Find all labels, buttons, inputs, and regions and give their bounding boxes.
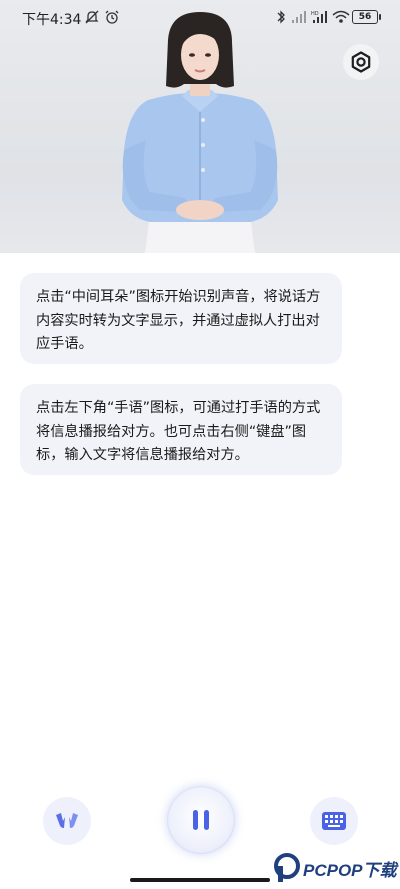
mute-icon <box>85 9 99 29</box>
message-bubble-2: 点击左下角“手语”图标，可通过打手语的方式将信息播报给对方。也可点击右侧“键盘”… <box>20 384 342 475</box>
settings-button[interactable] <box>343 44 379 80</box>
pause-icon <box>193 810 209 830</box>
bluetooth-icon <box>276 9 286 29</box>
status-bar: 下午4:34 HD 56 <box>0 0 400 36</box>
watermark: PCPOP下载 <box>274 852 397 884</box>
alarm-icon <box>104 9 120 29</box>
pause-button[interactable] <box>167 786 235 854</box>
gear-icon <box>351 51 371 73</box>
sign-language-hands-icon <box>56 813 78 828</box>
message-text: 点击“中间耳朵”图标开始识别声音，将说话方内容实时转为文字显示，并通过虚拟人打出… <box>36 289 321 352</box>
signal-weak-icon <box>291 9 307 29</box>
sign-language-button[interactable] <box>43 797 91 845</box>
keyboard-button[interactable] <box>310 797 358 845</box>
virtual-human-avatar <box>122 12 278 253</box>
svg-text:HD: HD <box>311 11 319 17</box>
home-indicator[interactable] <box>130 878 270 882</box>
watermark-text: PCPOP下载 <box>303 860 397 880</box>
message-bubble-1: 点击“中间耳朵”图标开始识别声音，将说话方内容实时转为文字显示，并通过虚拟人打出… <box>20 273 342 364</box>
pcpop-logo-icon <box>274 853 300 882</box>
avatar-stage <box>0 0 400 253</box>
battery-indicator: 56 <box>352 10 381 24</box>
keyboard-icon <box>322 812 346 830</box>
message-text: 点击左下角“手语”图标，可通过打手语的方式将信息播报给对方。也可点击右侧“键盘”… <box>36 400 321 463</box>
signal-hd-icon: HD <box>311 9 329 29</box>
status-time: 下午4:34 <box>22 12 82 28</box>
wifi-icon <box>332 9 350 29</box>
